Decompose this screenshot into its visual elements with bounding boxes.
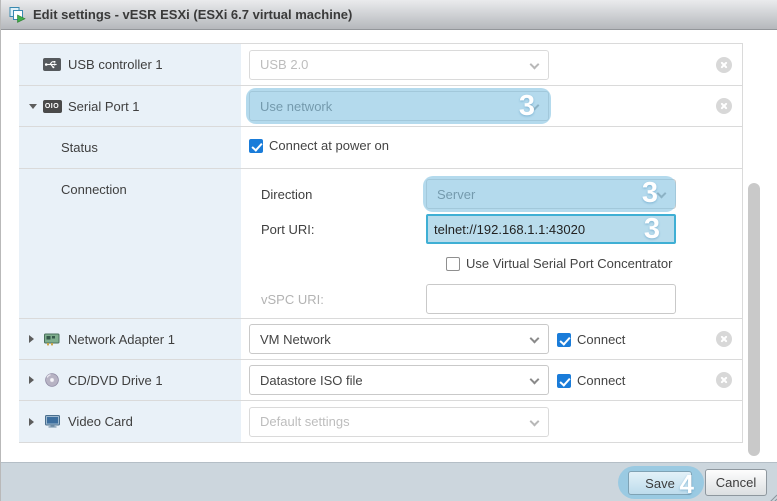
expand-arrow-icon[interactable]: [29, 335, 42, 343]
annotation-number-4: 4: [680, 471, 694, 497]
annotation-highlight-step4: Save 4: [618, 466, 704, 499]
expand-arrow-icon[interactable]: [29, 418, 42, 426]
network-adapter-label-cell: Network Adapter 1: [19, 319, 241, 359]
usb-controller-content-cell: USB 2.0: [241, 44, 742, 85]
row-video-card: Video Card Default settings: [19, 400, 742, 442]
video-card-label: Video Card: [68, 414, 133, 429]
direction-select[interactable]: Server: [426, 179, 676, 209]
chevron-down-icon: [530, 416, 540, 426]
network-connect-label: Connect: [577, 332, 625, 347]
video-card-content-cell: Default settings: [241, 401, 742, 442]
usb-version-select[interactable]: USB 2.0: [249, 50, 549, 80]
row-serial-connection: Connection Direction Server 3: [19, 168, 742, 318]
connect-at-power-on-label: Connect at power on: [269, 138, 389, 153]
usb-version-select-value: USB 2.0: [260, 57, 308, 72]
cd-dvd-connect-checkbox[interactable]: [557, 374, 571, 388]
chevron-down-icon: [530, 334, 540, 344]
dialog-titlebar: Edit settings - vESR ESXi (ESXi 6.7 virt…: [1, 0, 777, 30]
collapse-arrow-icon[interactable]: [29, 104, 42, 109]
vspc-checkbox[interactable]: [446, 257, 460, 271]
dialog-footer: Save 4 Cancel: [1, 462, 777, 501]
cancel-button[interactable]: Cancel: [705, 469, 767, 496]
video-card-icon: [42, 415, 62, 429]
cd-dvd-label: CD/DVD Drive 1: [68, 373, 163, 388]
remove-usb-icon[interactable]: [716, 57, 732, 73]
port-uri-input[interactable]: [426, 214, 676, 244]
remove-network-adapter-icon[interactable]: [716, 331, 732, 347]
video-settings-value: Default settings: [260, 414, 350, 429]
serial-connection-type-value: Use network: [260, 99, 332, 114]
row-serial-port: OIO Serial Port 1 Use network 3: [19, 85, 742, 126]
direction-label: Direction: [261, 187, 426, 202]
chevron-down-icon: [530, 59, 540, 69]
cd-dvd-source-value: Datastore ISO file: [260, 373, 363, 388]
remove-serial-icon[interactable]: [716, 98, 732, 114]
network-adapter-label: Network Adapter 1: [68, 332, 175, 347]
vm-edit-icon: [9, 6, 26, 23]
dialog-title: Edit settings - vESR ESXi (ESXi 6.7 virt…: [33, 7, 352, 22]
network-select-value: VM Network: [260, 332, 331, 347]
hardware-table: USB controller 1 USB 2.0 OIO Serial Port…: [19, 43, 743, 443]
serial-port-label: Serial Port 1: [68, 99, 140, 114]
connection-label: Connection: [61, 182, 127, 197]
network-adapter-icon: [42, 332, 62, 346]
expand-arrow-icon[interactable]: [29, 376, 42, 384]
row-cd-dvd-drive: CD/DVD Drive 1 Datastore ISO file Connec…: [19, 359, 742, 400]
status-label: Status: [61, 140, 98, 155]
annotation-number-3: 3: [644, 215, 660, 244]
chevron-down-icon: [657, 189, 667, 199]
network-adapter-content-cell: VM Network Connect: [241, 319, 742, 359]
chevron-down-icon: [530, 101, 540, 111]
cd-dvd-source-select[interactable]: Datastore ISO file: [249, 365, 549, 395]
usb-icon: [42, 58, 62, 72]
network-select[interactable]: VM Network: [249, 324, 549, 354]
vertical-scrollbar-thumb[interactable]: [748, 183, 760, 456]
direction-select-value: Server: [437, 187, 475, 202]
cd-dvd-icon: [42, 373, 62, 387]
remove-cd-dvd-icon[interactable]: [716, 372, 732, 388]
connection-label-cell: Connection: [19, 169, 241, 318]
row-serial-status: Status Connect at power on: [19, 126, 742, 168]
serial-port-label-cell: OIO Serial Port 1: [19, 86, 241, 126]
cd-dvd-connect-label: Connect: [577, 373, 625, 388]
vspc-checkbox-label: Use Virtual Serial Port Concentrator: [466, 256, 672, 271]
cd-dvd-label-cell: CD/DVD Drive 1: [19, 360, 241, 400]
network-connect-checkbox[interactable]: [557, 333, 571, 347]
serial-port-icon: OIO: [42, 99, 62, 113]
status-label-cell: Status: [19, 127, 241, 168]
usb-controller-label-cell: USB controller 1: [19, 44, 241, 85]
status-content-cell: Connect at power on: [241, 127, 742, 168]
connect-at-power-on-checkbox[interactable]: [249, 139, 263, 153]
vspc-uri-input[interactable]: [426, 284, 676, 314]
chevron-down-icon: [530, 375, 540, 385]
connection-content-cell: Direction Server 3 Port URI:: [241, 169, 742, 318]
serial-port-content-cell: Use network 3: [241, 86, 742, 126]
usb-controller-label: USB controller 1: [68, 57, 163, 72]
row-usb-controller: USB controller 1 USB 2.0: [19, 43, 742, 85]
cd-dvd-content-cell: Datastore ISO file Connect: [241, 360, 742, 400]
serial-connection-type-select[interactable]: Use network: [249, 91, 549, 121]
edit-settings-dialog: Edit settings - vESR ESXi (ESXi 6.7 virt…: [0, 0, 777, 501]
video-settings-select[interactable]: Default settings: [249, 407, 549, 437]
row-network-adapter: Network Adapter 1 VM Network Connect: [19, 318, 742, 359]
resize-grip[interactable]: [767, 490, 777, 500]
video-card-label-cell: Video Card: [19, 401, 241, 442]
vspc-uri-label: vSPC URI:: [261, 292, 426, 307]
port-uri-label: Port URI:: [261, 222, 426, 237]
